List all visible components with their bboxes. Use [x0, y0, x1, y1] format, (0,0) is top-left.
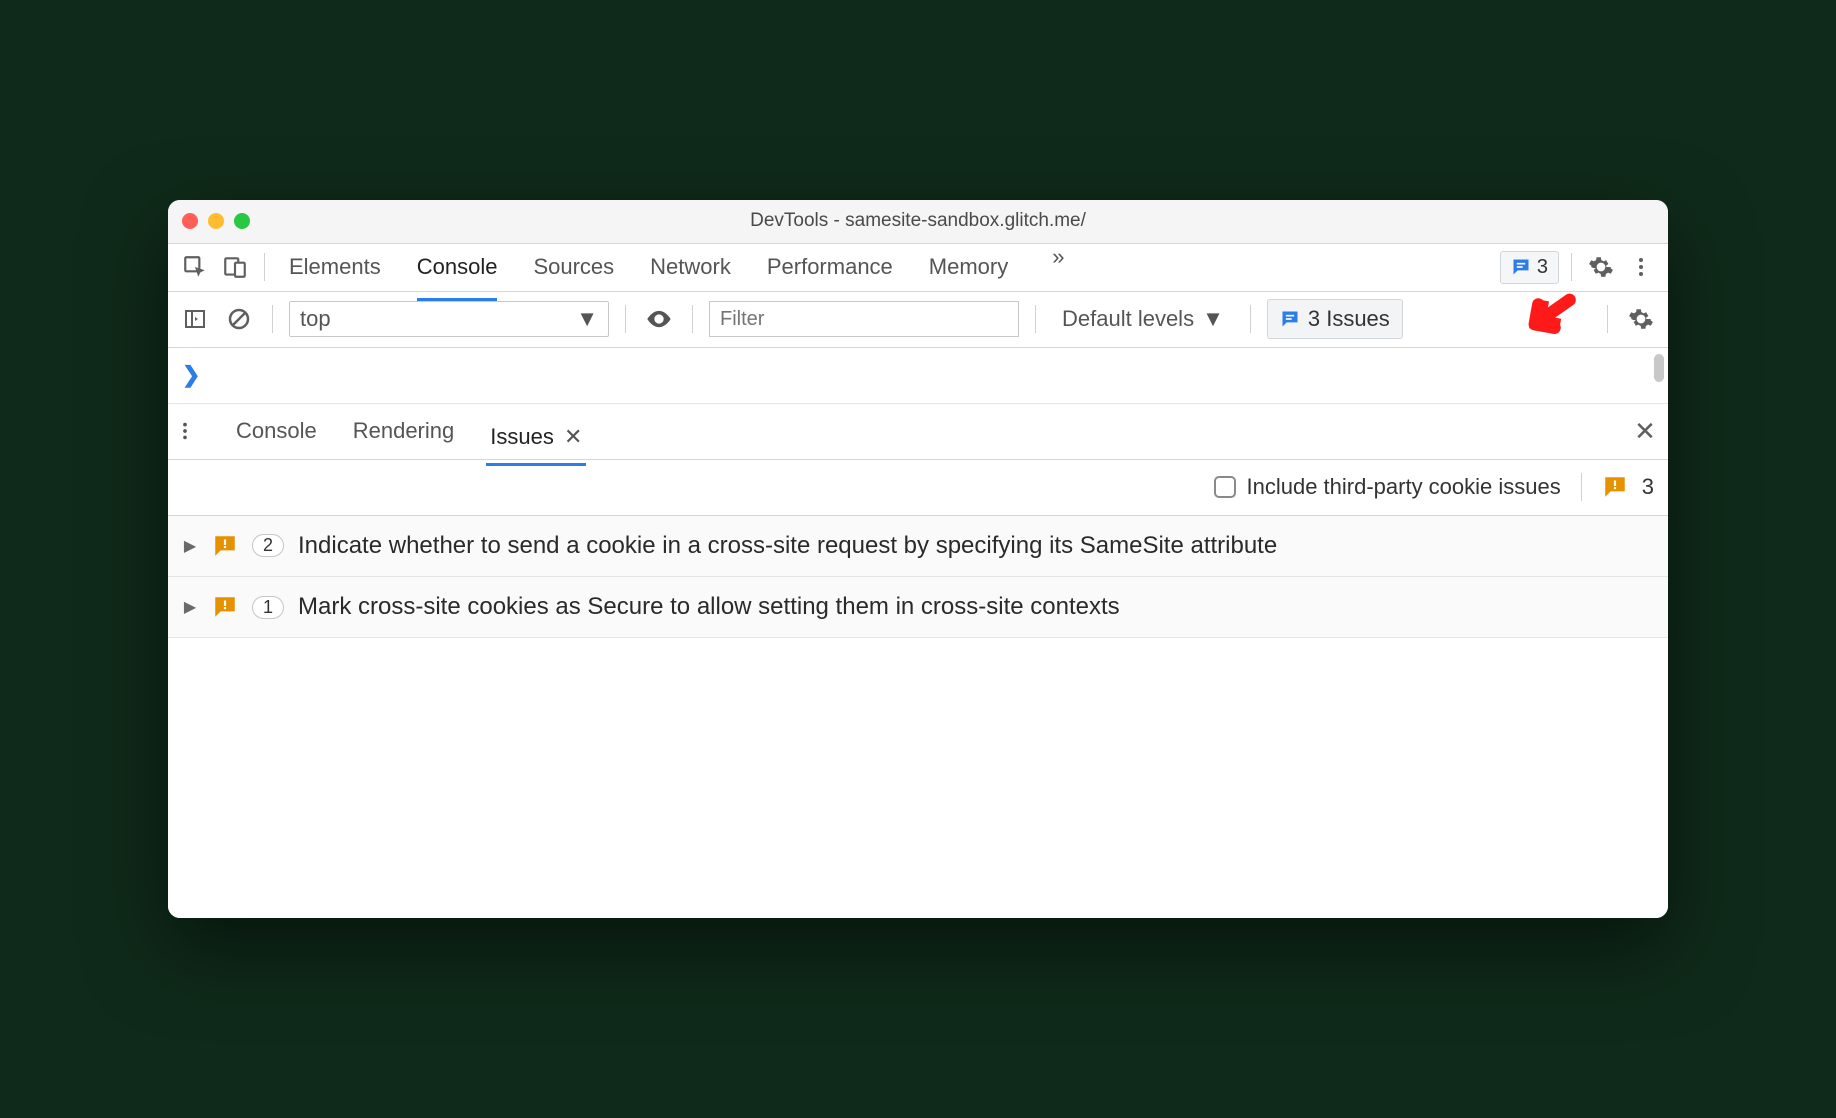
console-settings-icon[interactable] — [1624, 302, 1658, 336]
separator — [1035, 305, 1036, 333]
device-toggle-icon[interactable] — [218, 250, 252, 284]
drawer-close-icon[interactable]: ✕ — [1628, 414, 1662, 448]
third-party-checkbox-label: Include third-party cookie issues — [1246, 474, 1560, 500]
issue-title: Indicate whether to send a cookie in a c… — [298, 530, 1654, 562]
minimize-window-button[interactable] — [208, 213, 224, 229]
drawer-more-icon[interactable] — [174, 420, 204, 442]
console-prompt-icon: ❯ — [182, 362, 200, 388]
more-options-icon[interactable] — [1624, 250, 1658, 284]
drawer-tabs: Console Rendering Issues ✕ ✕ — [168, 404, 1668, 460]
context-selector-value: top — [300, 306, 331, 332]
issues-total-count: 3 — [1642, 474, 1654, 500]
drawer-tab-rendering[interactable]: Rendering — [349, 405, 459, 457]
warning-icon — [212, 533, 238, 559]
separator — [1607, 305, 1608, 333]
warning-icon — [212, 594, 238, 620]
warning-icon — [1602, 474, 1628, 500]
separator — [692, 305, 693, 333]
chat-icon — [1511, 257, 1531, 277]
issues-filter-bar: Include third-party cookie issues 3 — [168, 460, 1668, 516]
issue-row[interactable]: ▶ 2 Indicate whether to send a cookie in… — [168, 516, 1668, 577]
tab-sources[interactable]: Sources — [533, 244, 614, 290]
titlebar: DevTools - samesite-sandbox.glitch.me/ — [168, 200, 1668, 244]
third-party-checkbox[interactable]: Include third-party cookie issues — [1214, 474, 1560, 500]
issue-count-badge: 2 — [252, 534, 284, 557]
tab-network[interactable]: Network — [650, 244, 731, 290]
annotation-arrow-icon — [1523, 273, 1593, 343]
live-expression-icon[interactable] — [642, 302, 676, 336]
drawer-tab-console[interactable]: Console — [232, 405, 321, 457]
separator — [272, 305, 273, 333]
close-icon[interactable]: ✕ — [564, 424, 582, 449]
log-levels-label: Default levels — [1062, 306, 1194, 332]
expand-icon[interactable]: ▶ — [182, 597, 198, 617]
close-window-button[interactable] — [182, 213, 198, 229]
empty-area — [168, 638, 1668, 918]
main-toolbar: Elements Console Sources Network Perform… — [168, 244, 1668, 292]
issue-row[interactable]: ▶ 1 Mark cross-site cookies as Secure to… — [168, 577, 1668, 638]
settings-icon[interactable] — [1584, 250, 1618, 284]
separator — [264, 253, 265, 281]
panel-tabs: Elements Console Sources Network Perform… — [277, 244, 1494, 290]
dropdown-icon: ▼ — [576, 306, 598, 332]
scrollbar-thumb[interactable] — [1654, 354, 1664, 382]
separator — [1250, 305, 1251, 333]
tab-console[interactable]: Console — [417, 244, 498, 301]
devtools-window: DevTools - samesite-sandbox.glitch.me/ E… — [168, 200, 1668, 919]
tab-elements[interactable]: Elements — [289, 244, 381, 290]
console-toolbar: top ▼ Default levels ▼ 3 Issues — [168, 292, 1668, 348]
tab-performance[interactable]: Performance — [767, 244, 893, 290]
window-controls — [182, 213, 250, 229]
issues-button[interactable]: 3 Issues — [1267, 299, 1403, 339]
log-levels-selector[interactable]: Default levels ▼ — [1052, 306, 1234, 332]
issues-button-label: 3 Issues — [1308, 306, 1390, 332]
issue-title: Mark cross-site cookies as Secure to all… — [298, 591, 1654, 623]
window-title: DevTools - samesite-sandbox.glitch.me/ — [168, 210, 1668, 232]
inspect-icon[interactable] — [178, 250, 212, 284]
separator — [1571, 253, 1572, 281]
issue-count-badge: 1 — [252, 596, 284, 619]
separator — [625, 305, 626, 333]
context-selector[interactable]: top ▼ — [289, 301, 609, 337]
drawer-tab-issues-label: Issues — [490, 424, 554, 449]
checkbox-icon — [1214, 476, 1236, 498]
zoom-window-button[interactable] — [234, 213, 250, 229]
clear-console-icon[interactable] — [222, 302, 256, 336]
chat-icon — [1280, 309, 1300, 329]
tab-memory[interactable]: Memory — [929, 244, 1008, 290]
dropdown-icon: ▼ — [1202, 306, 1224, 332]
more-tabs-icon[interactable]: » — [1044, 244, 1072, 290]
console-sidebar-toggle-icon[interactable] — [178, 302, 212, 336]
separator — [1581, 473, 1582, 501]
expand-icon[interactable]: ▶ — [182, 536, 198, 556]
drawer-tab-issues[interactable]: Issues ✕ — [486, 411, 586, 466]
console-prompt-area[interactable]: ❯ — [168, 348, 1668, 404]
filter-input[interactable] — [709, 301, 1019, 337]
